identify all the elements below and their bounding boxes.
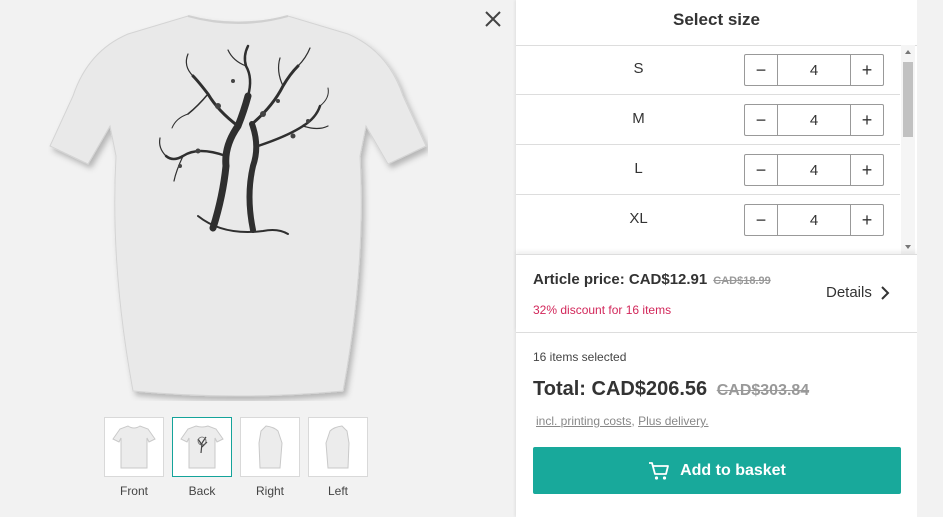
scroll-down-arrow-icon[interactable]: [905, 245, 911, 249]
add-to-basket-button[interactable]: Add to basket: [533, 447, 901, 494]
quantity-stepper: − +: [744, 54, 884, 86]
quantity-stepper: − +: [744, 104, 884, 136]
size-row-s: S − +: [516, 45, 900, 95]
chevron-right-icon: [881, 285, 890, 300]
size-label: L: [634, 160, 643, 177]
cart-icon: [649, 461, 669, 480]
price-summary: Article price: CAD$12.91 CAD$18.99 32% di…: [516, 254, 917, 333]
increase-button[interactable]: +: [850, 55, 883, 85]
thumbnail-left-label: Left: [327, 484, 348, 498]
size-label: XL: [629, 210, 648, 227]
page-edge: [917, 0, 943, 517]
article-price: Article price: CAD$12.91 CAD$18.99: [533, 271, 771, 288]
size-selection-panel: Select size S − + M − + L − +: [516, 0, 917, 517]
size-row-l: L − +: [516, 145, 900, 195]
product-viewer: Front Back Right Left: [0, 0, 515, 517]
thumbnail-right-label: Right: [255, 484, 284, 498]
increase-button[interactable]: +: [850, 155, 883, 185]
quantity-input[interactable]: [778, 205, 850, 235]
thumbnail-right[interactable]: Right: [240, 417, 300, 498]
size-list: S − + M − + L − + XL: [516, 45, 900, 244]
discount-text: 32% discount for 16 items: [533, 303, 672, 317]
quantity-stepper: − +: [744, 204, 884, 236]
quantity-input[interactable]: [778, 55, 850, 85]
article-price-old: CAD$18.99: [713, 275, 771, 287]
delivery-link[interactable]: Plus delivery.: [638, 414, 708, 428]
view-thumbnails: Front Back Right Left: [104, 417, 368, 498]
increase-button[interactable]: +: [850, 105, 883, 135]
thumbnail-front[interactable]: Front: [104, 417, 164, 498]
thumbnail-front-label: Front: [119, 484, 148, 498]
items-selected-count: 16 items selected: [533, 350, 627, 364]
size-label: M: [632, 110, 645, 127]
increase-button[interactable]: +: [850, 205, 883, 235]
quantity-input[interactable]: [778, 155, 850, 185]
size-label: S: [633, 60, 644, 77]
quantity-stepper: − +: [744, 154, 884, 186]
add-to-basket-label: Add to basket: [680, 461, 786, 479]
close-icon[interactable]: [480, 6, 506, 32]
total-price-value: Total: CAD$206.56: [533, 378, 708, 400]
panel-title: Select size: [516, 0, 917, 46]
scroll-up-arrow-icon[interactable]: [905, 50, 911, 54]
decrease-button[interactable]: −: [745, 205, 778, 235]
total-price: Total: CAD$206.56 CAD$303.84: [533, 378, 809, 401]
size-row-xl: XL − +: [516, 195, 900, 244]
price-notes: incl. printing costs, Plus delivery.: [536, 414, 709, 428]
size-list-scrollbar[interactable]: [901, 45, 915, 254]
thumbnail-back[interactable]: Back: [172, 417, 232, 498]
link-separator: ,: [631, 414, 635, 428]
thumbnail-back-label: Back: [188, 484, 216, 498]
printing-costs-link[interactable]: incl. printing costs: [536, 414, 631, 428]
thumbnail-left[interactable]: Left: [308, 417, 368, 498]
quantity-input[interactable]: [778, 105, 850, 135]
thumbnail-back-image: [172, 417, 232, 477]
thumbnail-right-image: [240, 417, 300, 477]
details-label: Details: [826, 284, 872, 301]
decrease-button[interactable]: −: [745, 55, 778, 85]
scrollbar-thumb[interactable]: [903, 62, 913, 137]
article-price-value: Article price: CAD$12.91: [533, 271, 708, 288]
tshirt-back-image: [48, 6, 428, 401]
size-row-m: M − +: [516, 95, 900, 145]
details-link[interactable]: Details: [826, 284, 890, 301]
total-price-old: CAD$303.84: [716, 382, 810, 399]
decrease-button[interactable]: −: [745, 155, 778, 185]
thumbnail-left-image: [308, 417, 368, 477]
decrease-button[interactable]: −: [745, 105, 778, 135]
thumbnail-front-image: [104, 417, 164, 477]
